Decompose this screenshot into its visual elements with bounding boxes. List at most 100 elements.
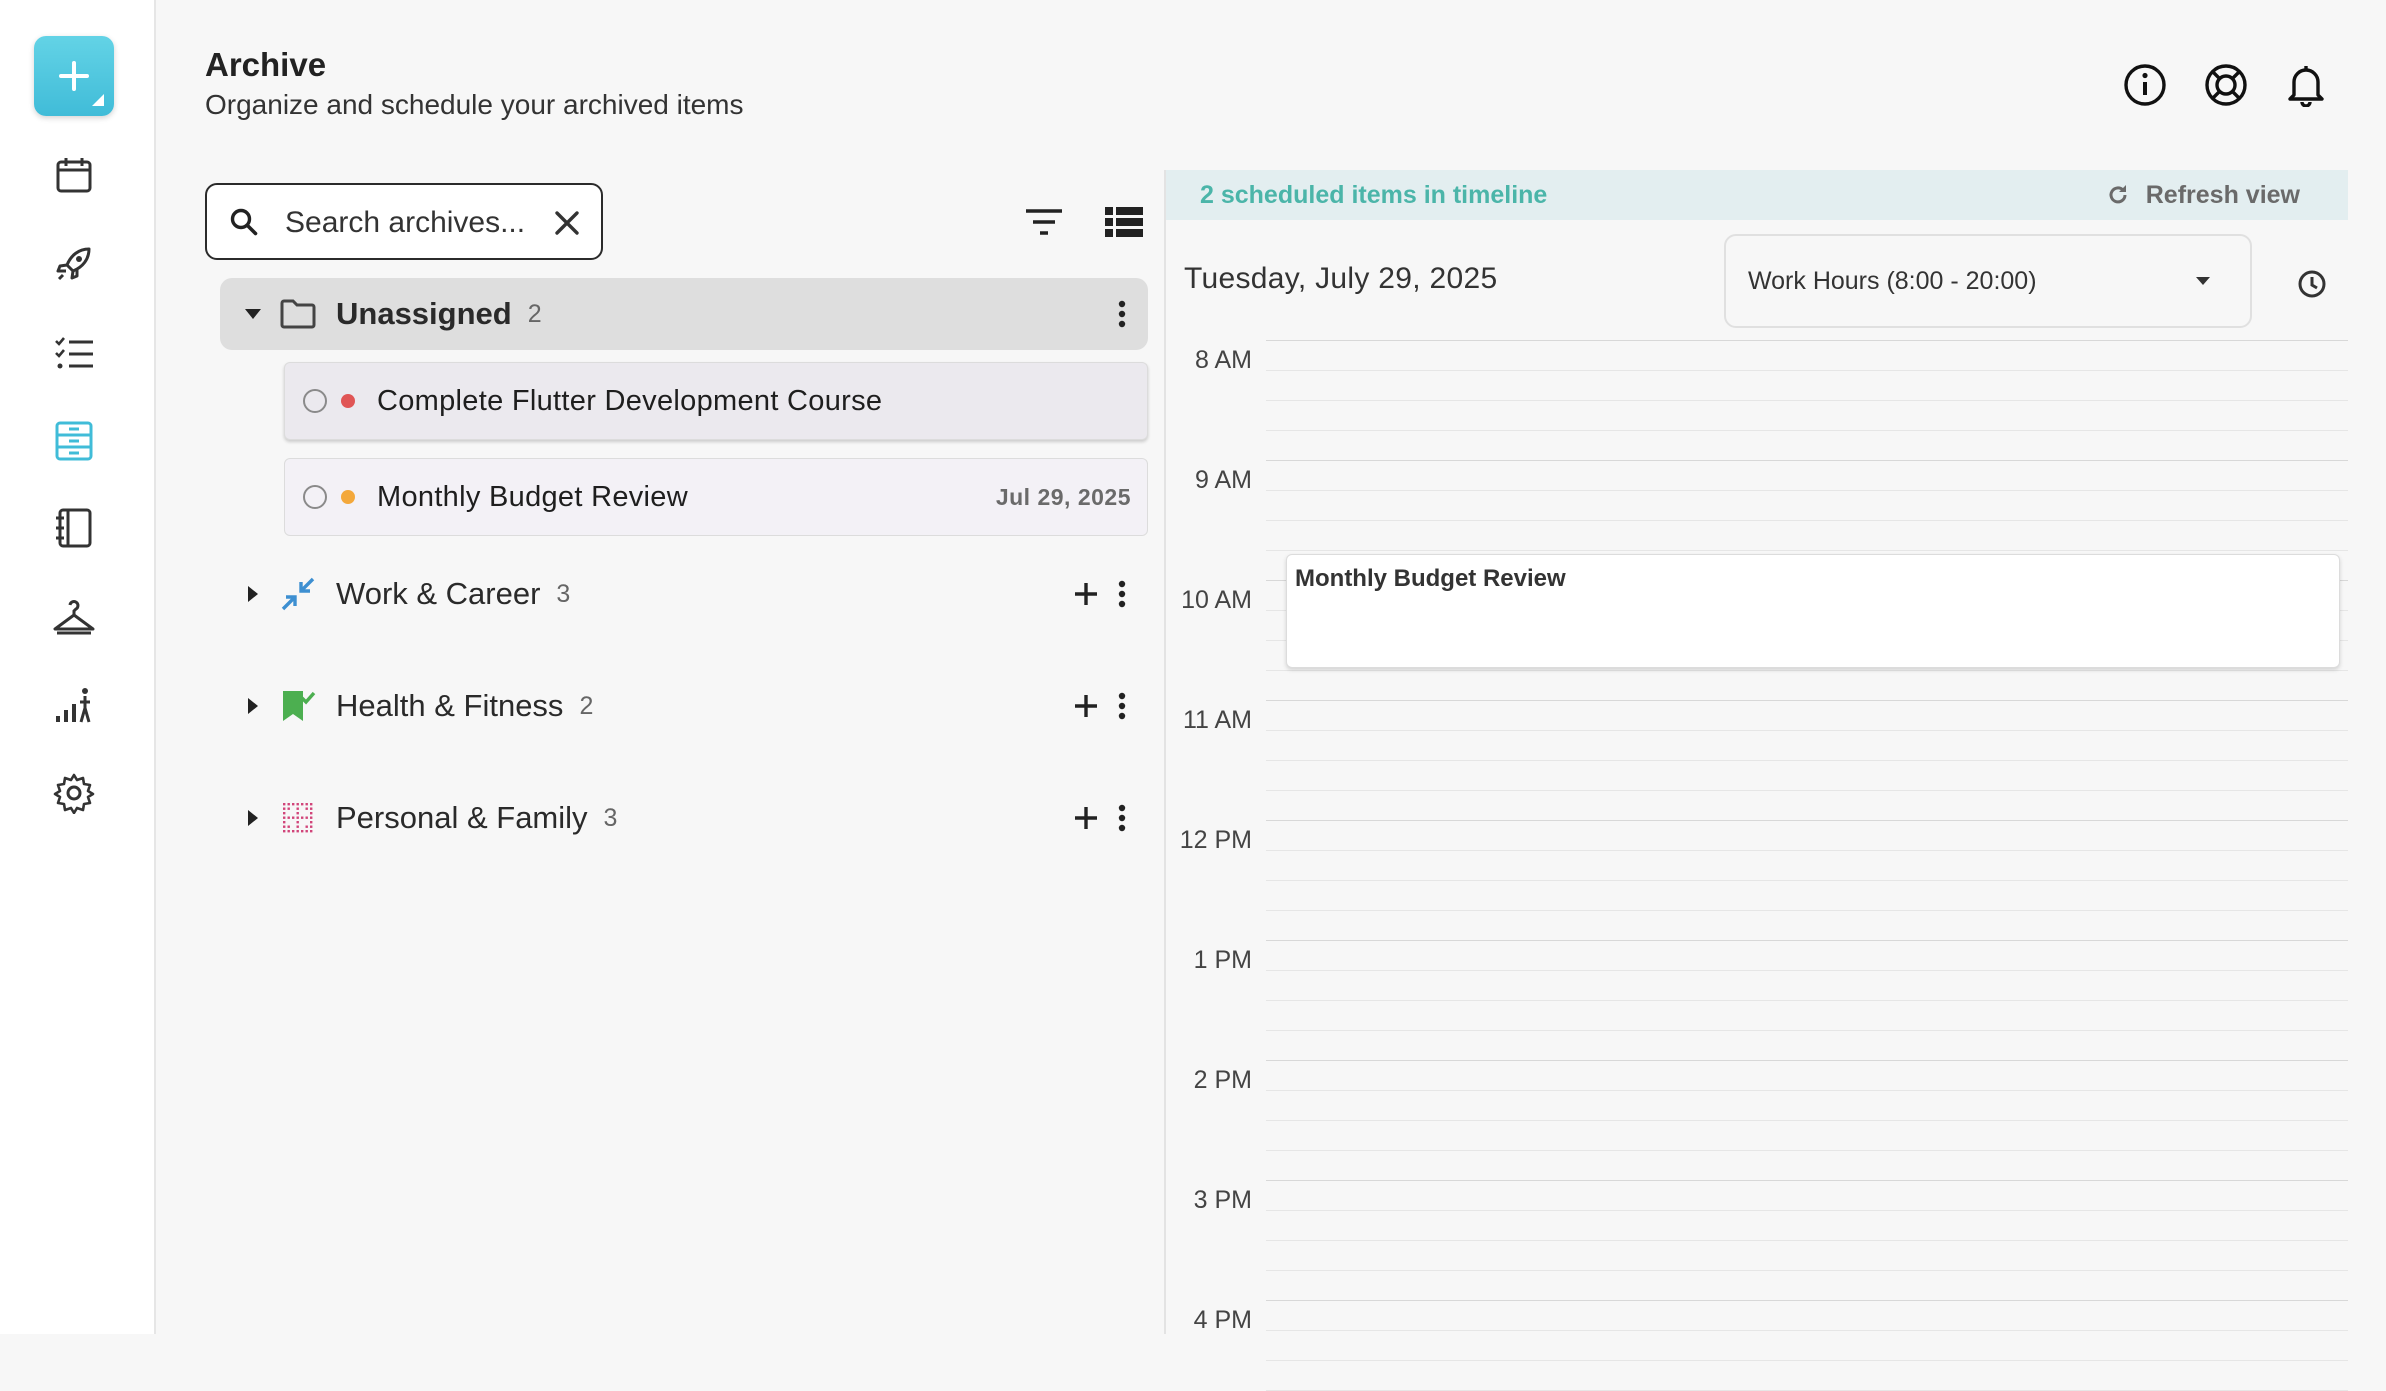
hour-label: 1 PM (1193, 946, 1252, 974)
info-button[interactable] (2122, 62, 2168, 108)
current-time-button[interactable] (2292, 264, 2332, 304)
group-more-button[interactable] (1104, 292, 1140, 336)
more-vertical-icon (1118, 692, 1126, 720)
group-more-button[interactable] (1104, 796, 1140, 840)
quarter-hour-line (1266, 850, 2348, 851)
search-input[interactable] (283, 201, 537, 245)
hour-line (1266, 460, 2348, 461)
fab-corner-mark (92, 94, 104, 106)
hour-line (1266, 1300, 2348, 1301)
quarter-hour-line (1266, 1210, 2348, 1211)
rocket-icon (56, 247, 91, 281)
settings-icon (53, 773, 95, 814)
quarter-hour-line (1266, 1090, 2348, 1091)
scheduled-count-text: 2 scheduled items in timeline (1200, 180, 1548, 209)
more-vertical-icon (1118, 804, 1126, 832)
group-add-button[interactable] (1068, 796, 1104, 840)
hour-line (1266, 1180, 2348, 1181)
quarter-hour-line (1266, 400, 2348, 401)
bell-icon (2288, 66, 2324, 107)
hour-line (1266, 700, 2348, 701)
clear-search-button[interactable] (549, 205, 585, 241)
view-toggle-button[interactable] (1102, 200, 1146, 244)
quarter-hour-line (1266, 1270, 2348, 1271)
timeline-grid[interactable]: Monthly Budget Review 8 AM 9 AM 10 AM 11 AM… (1166, 340, 2348, 1391)
sidebar-item-archive[interactable] (47, 414, 101, 468)
quarter-hour-line (1266, 490, 2348, 491)
plus-icon (59, 61, 89, 91)
sidebar-item-calendar[interactable] (47, 148, 101, 202)
hour-line (1266, 340, 2348, 341)
group-name: Unassigned (336, 296, 512, 331)
plus-icon (1075, 695, 1097, 717)
add-button[interactable] (34, 36, 114, 116)
sidebar-item-rocket[interactable] (47, 237, 101, 291)
search-icon (229, 207, 259, 237)
checklist-icon (55, 337, 93, 369)
quarter-hour-line (1266, 790, 2348, 791)
quarter-hour-line (1266, 1120, 2348, 1121)
time-range-dropdown[interactable]: Work Hours (8:00 - 20:00) (1724, 234, 2252, 328)
group-unassigned[interactable]: Unassigned 2 (220, 278, 1148, 350)
calendar-icon (56, 158, 92, 193)
sidebar-item-settings[interactable] (47, 766, 101, 820)
quarter-hour-line (1266, 760, 2348, 761)
info-icon (2124, 64, 2166, 106)
hour-label: 12 PM (1179, 826, 1252, 854)
page-subtitle: Organize and schedule your archived item… (205, 89, 744, 120)
timeline-banner: 2 scheduled items in timeline Refresh vi… (1166, 170, 2348, 220)
group-personal-family[interactable]: Personal & Family 3 (220, 782, 1148, 854)
task-checkbox[interactable] (303, 389, 327, 413)
task-checkbox[interactable] (303, 485, 327, 509)
hour-line (1266, 940, 2348, 941)
group-count: 2 (579, 691, 594, 720)
group-more-button[interactable] (1104, 684, 1140, 728)
task-item[interactable]: Monthly Budget Review Jul 29, 2025 (284, 458, 1148, 536)
more-vertical-icon (1118, 300, 1126, 328)
timeline-date: Tuesday, July 29, 2025 (1184, 262, 1498, 295)
notifications-button[interactable] (2283, 62, 2329, 108)
group-health-fitness[interactable]: Health & Fitness 2 (220, 670, 1148, 742)
folder-icon (278, 294, 318, 334)
caret-right-icon[interactable] (234, 585, 272, 603)
hour-label: 10 AM (1181, 586, 1252, 614)
group-add-button[interactable] (1068, 572, 1104, 616)
quarter-hour-line (1266, 1240, 2348, 1241)
help-button[interactable] (2203, 62, 2249, 108)
caret-right-icon[interactable] (234, 809, 272, 827)
group-work-career[interactable]: Work & Career 3 (220, 558, 1148, 630)
caret-down-icon[interactable] (234, 308, 272, 320)
refresh-view-button[interactable]: Refresh view (2106, 181, 2300, 210)
quarter-hour-line (1266, 670, 2348, 671)
compress-arrows-icon (278, 574, 318, 614)
sidebar-item-hanger[interactable] (47, 590, 101, 644)
quarter-hour-line (1266, 730, 2348, 731)
group-more-button[interactable] (1104, 572, 1140, 616)
timeline-panel: 2 scheduled items in timeline Refresh vi… (1164, 170, 2348, 1391)
hour-line (1266, 1060, 2348, 1061)
quarter-hour-line (1266, 970, 2348, 971)
priority-dot (341, 394, 355, 408)
hour-label: 9 AM (1195, 466, 1252, 494)
plus-icon (1075, 583, 1097, 605)
archive-icon (55, 421, 93, 461)
quarter-hour-line (1266, 1330, 2348, 1331)
task-date: Jul 29, 2025 (995, 483, 1131, 510)
dot-grid-icon (278, 798, 318, 838)
task-title: Monthly Budget Review (377, 480, 688, 513)
sidebar (0, 0, 156, 1334)
caret-right-icon[interactable] (234, 697, 272, 715)
quarter-hour-line (1266, 1150, 2348, 1151)
group-name: Health & Fitness (336, 688, 564, 723)
sidebar-item-stats[interactable] (47, 678, 101, 732)
sidebar-item-checklist[interactable] (47, 326, 101, 380)
more-vertical-icon (1118, 580, 1126, 608)
task-item[interactable]: Complete Flutter Development Course (284, 362, 1148, 440)
group-add-button[interactable] (1068, 684, 1104, 728)
hour-label: 8 AM (1195, 346, 1252, 374)
filter-button[interactable] (1022, 200, 1066, 244)
list-view-icon (1105, 207, 1143, 237)
plus-icon (1075, 807, 1097, 829)
sidebar-item-notebook[interactable] (47, 501, 101, 555)
timeline-event[interactable]: Monthly Budget Review (1286, 554, 2340, 668)
